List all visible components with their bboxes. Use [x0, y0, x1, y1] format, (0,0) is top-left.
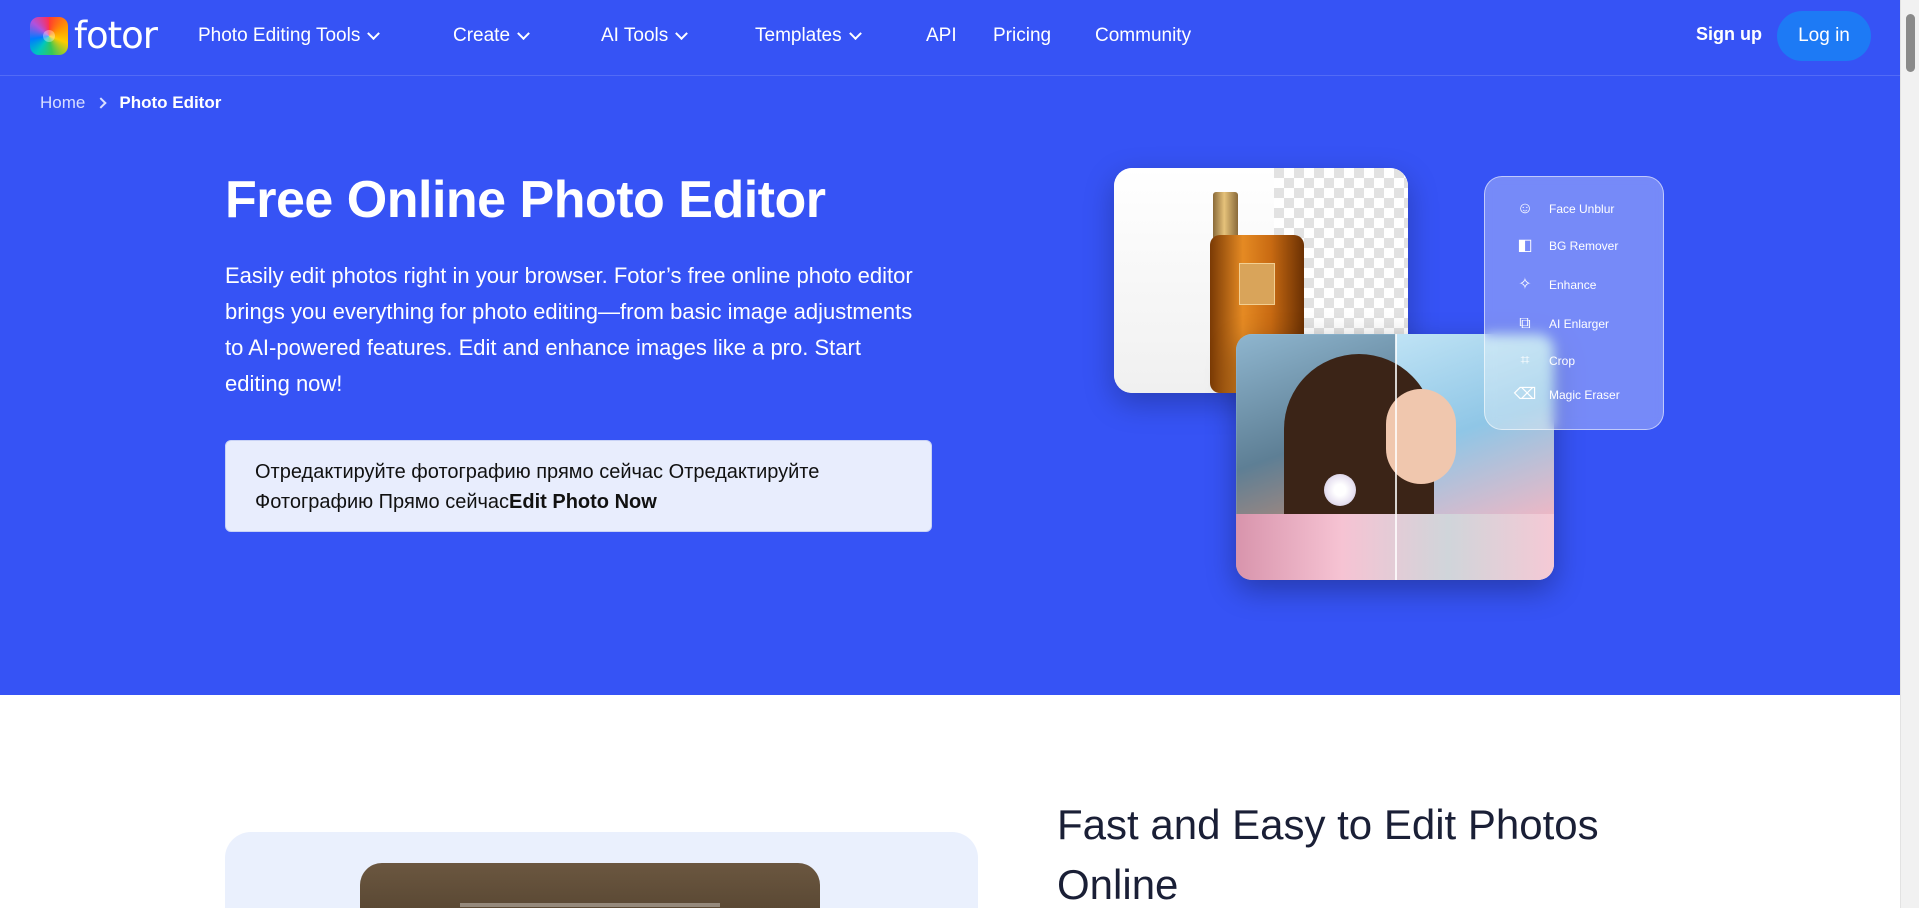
- enlarge-icon: ⧉: [1519, 315, 1531, 332]
- tool-label: BG Remover: [1549, 239, 1619, 253]
- scrollbar-thumb[interactable]: [1906, 14, 1915, 72]
- tool-label: AI Enlarger: [1549, 317, 1610, 331]
- nav-item-templates[interactable]: Templates: [755, 23, 862, 49]
- tool-label: Face Unblur: [1549, 202, 1615, 216]
- fotor-logo[interactable]: fotor: [30, 14, 158, 57]
- logo-text: fotor: [74, 14, 158, 57]
- edit-photo-now-button[interactable]: Отредактируйте фотографию прямо сейчас О…: [225, 440, 932, 532]
- nav-item-community[interactable]: Community: [1095, 23, 1191, 49]
- breadcrumb-current: Photo Editor: [119, 93, 222, 112]
- tool-crop: ⌗ Crop: [1515, 351, 1575, 371]
- nav-item-api[interactable]: API: [926, 23, 957, 49]
- tool-label: Crop: [1549, 354, 1576, 368]
- perfume-bottle-cap: [1213, 192, 1238, 240]
- nav-item-label: Templates: [755, 25, 842, 46]
- feature-preview-image: [360, 863, 820, 908]
- tool-face-unblur: ☺ Face Unblur: [1515, 199, 1615, 219]
- nav-item-label: API: [926, 25, 957, 46]
- nav-item-label: AI Tools: [601, 25, 669, 46]
- nav-item-create[interactable]: Create: [453, 23, 530, 49]
- tool-enhance: ✧ Enhance: [1515, 275, 1596, 295]
- chevron-down-icon: [675, 26, 689, 40]
- nav-item-label: Pricing: [993, 25, 1052, 46]
- login-button[interactable]: Log in: [1777, 11, 1871, 61]
- nav-item-ai-tools[interactable]: AI Tools: [601, 23, 689, 49]
- slider-track: [460, 903, 720, 907]
- tool-label: Enhance: [1549, 278, 1597, 292]
- top-navigation: fotor Photo Editing Tools Create AI Tool…: [0, 0, 1900, 76]
- hero-section: fotor Photo Editing Tools Create AI Tool…: [0, 0, 1900, 695]
- tool-bg-remover: ◧ BG Remover: [1515, 236, 1618, 256]
- cta-label: Edit Photo Now: [509, 491, 657, 513]
- bg-remover-icon: ◧: [1517, 237, 1533, 254]
- eraser-icon: ⌫: [1513, 386, 1537, 403]
- portrait-earring: [1324, 474, 1356, 506]
- page-title: Free Online Photo Editor: [225, 171, 826, 229]
- logo-icon: [30, 17, 68, 55]
- breadcrumb: Home Photo Editor: [40, 93, 221, 113]
- crop-icon: ⌗: [1520, 352, 1530, 369]
- nav-item-label: Photo Editing Tools: [198, 25, 361, 46]
- sparkle-icon: ✧: [1518, 276, 1532, 293]
- chevron-down-icon: [848, 26, 862, 40]
- nav-item-label: Create: [453, 25, 511, 46]
- ai-tools-panel: ☺ Face Unblur ◧ BG Remover ✧ Enhance ⧉ A…: [1484, 176, 1664, 430]
- before-after-divider: [1395, 334, 1397, 580]
- smile-icon: ☺: [1516, 200, 1534, 217]
- nav-item-photo-editing-tools[interactable]: Photo Editing Tools: [198, 23, 381, 49]
- tool-label: Magic Eraser: [1549, 388, 1620, 402]
- feature-preview-card: [225, 832, 978, 908]
- section-title: Fast and Easy to Edit Photos Online: [1057, 801, 1599, 908]
- chevron-right-icon: [95, 97, 108, 109]
- nav-item-label: Community: [1095, 25, 1192, 46]
- nav-item-pricing[interactable]: Pricing: [993, 23, 1051, 49]
- tool-magic-eraser: ⌫ Magic Eraser: [1513, 385, 1620, 405]
- signup-link[interactable]: Sign up: [1696, 24, 1762, 45]
- page-scrollbar[interactable]: [1900, 0, 1919, 908]
- chevron-down-icon: [517, 26, 530, 40]
- perfume-label: [1239, 263, 1275, 305]
- hero-description: Easily edit photos right in your browser…: [225, 263, 913, 396]
- breadcrumb-home-link[interactable]: Home: [40, 93, 85, 113]
- tool-ai-enlarger: ⧉ AI Enlarger: [1515, 314, 1609, 334]
- chevron-down-icon: [367, 26, 381, 40]
